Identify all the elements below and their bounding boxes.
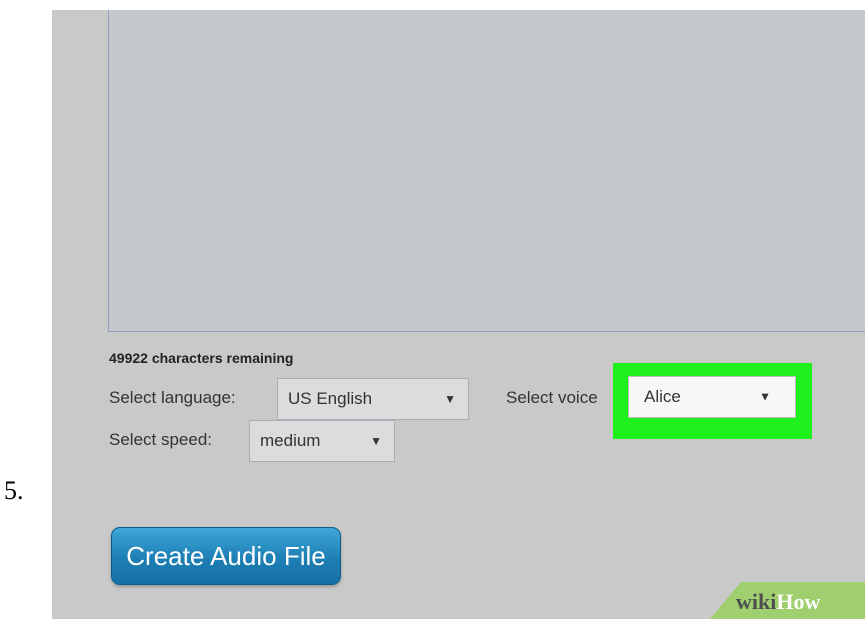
- language-select[interactable]: US English ▼: [277, 378, 469, 420]
- speed-select[interactable]: medium ▼: [249, 420, 395, 462]
- dropdown-triangle-icon: ▼: [759, 389, 771, 404]
- text-input-area[interactable]: [108, 10, 865, 332]
- voice-select-value: Alice: [644, 387, 681, 406]
- dropdown-triangle-icon: ▼: [370, 434, 382, 448]
- wikihow-watermark: wikiHow: [736, 589, 820, 615]
- screenshot-panel: 49922 characters remaining Select langua…: [52, 10, 865, 619]
- speed-select-value: medium: [260, 431, 321, 450]
- language-select-value: US English: [288, 389, 373, 408]
- voice-label: Select voice: [506, 388, 598, 407]
- speed-label: Select speed:: [109, 430, 213, 449]
- language-label: Select language:: [109, 388, 236, 407]
- step-number: 5.: [4, 476, 24, 505]
- voice-select[interactable]: Alice ▼: [628, 376, 796, 418]
- watermark-wiki: wiki: [736, 589, 777, 614]
- dropdown-triangle-icon: ▼: [444, 392, 456, 406]
- watermark-how: How: [776, 589, 821, 614]
- characters-remaining: 49922 characters remaining: [109, 350, 294, 366]
- create-audio-file-button[interactable]: Create Audio File: [111, 527, 341, 585]
